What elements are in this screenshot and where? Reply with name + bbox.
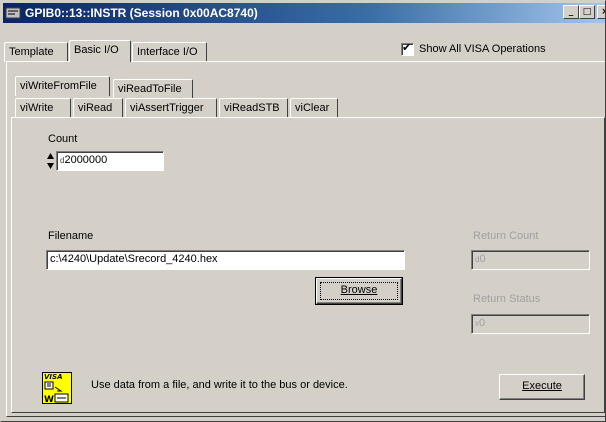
tab-viread-label: viRead	[78, 102, 113, 114]
show-all-visa-checkbox[interactable]: ✔	[401, 41, 414, 56]
visa-help-icon-text: VISA	[44, 373, 63, 381]
return-count-output: d0	[471, 250, 590, 270]
execute-button-label: Execute	[522, 380, 562, 392]
filename-label: Filename	[48, 230, 94, 242]
tab-viwritefromfile-label: viWriteFromFile	[20, 80, 97, 92]
browse-focus-rect	[320, 282, 398, 300]
close-button[interactable]: ×	[597, 5, 605, 19]
help-description: Use data from a file, and write it to th…	[91, 379, 348, 391]
tab-basic-io-label: Basic I/O	[74, 44, 119, 56]
app-icon	[5, 7, 21, 19]
count-label: Count	[48, 133, 78, 145]
execute-button[interactable]: Execute	[499, 374, 585, 400]
browse-button[interactable]: Browse	[315, 277, 403, 305]
tab-template[interactable]: Template	[4, 42, 68, 62]
tab-interface-io[interactable]: Interface I/O	[132, 42, 207, 62]
svg-text:W: W	[44, 395, 54, 404]
maximize-button[interactable]: □	[579, 5, 595, 19]
tab-viread[interactable]: viRead	[73, 98, 123, 118]
check-icon: ✔	[402, 41, 412, 54]
tab-viwrite-label: viWrite	[20, 102, 54, 114]
tab-viwritefromfile[interactable]: viWriteFromFile	[15, 76, 110, 96]
tab-viasserttrigger-label: viAssertTrigger	[130, 102, 204, 114]
window-title: GPIB0::13::INSTR (Session 0x00AC8740)	[25, 6, 258, 20]
visa-help-icon: VISA W	[42, 372, 72, 404]
filename-value: c:\4240\Update\Srecord_4240.hex	[50, 253, 218, 265]
tab-viasserttrigger[interactable]: viAssertTrigger	[125, 98, 217, 118]
filename-input[interactable]: c:\4240\Update\Srecord_4240.hex	[46, 250, 405, 270]
return-count-label: Return Count	[473, 230, 539, 242]
return-status-label: Return Status	[473, 293, 541, 305]
tab-viclear-label: viClear	[295, 102, 330, 114]
tab-template-label: Template	[9, 46, 54, 58]
title-bar[interactable]: GPIB0::13::INSTR (Session 0x00AC8740) _ …	[3, 3, 605, 23]
return-status-value: 0	[479, 317, 486, 329]
minimize-button[interactable]: _	[563, 5, 579, 19]
write-file-icon: W	[44, 381, 69, 404]
tab-basic-io[interactable]: Basic I/O	[69, 40, 131, 62]
tab-vireadstb[interactable]: viReadSTB	[219, 98, 288, 118]
tab-vireadstb-label: viReadSTB	[224, 102, 280, 114]
show-all-visa-label[interactable]: Show All VISA Operations	[419, 43, 546, 55]
count-input[interactable]: d2000000	[56, 151, 164, 171]
tab-vireadtofile[interactable]: viReadToFile	[113, 79, 193, 99]
tab-interface-io-label: Interface I/O	[137, 46, 198, 58]
count-spinner-icon[interactable]	[46, 152, 55, 170]
return-count-value: 0	[479, 253, 486, 265]
return-status-output: x0	[471, 314, 590, 334]
visa-session-window: GPIB0::13::INSTR (Session 0x00AC8740) _ …	[0, 0, 606, 422]
count-value: 2000000	[64, 154, 108, 166]
tab-viclear[interactable]: viClear	[290, 98, 338, 118]
tab-vireadtofile-label: viReadToFile	[118, 83, 182, 95]
tab-viwrite[interactable]: viWrite	[15, 98, 71, 118]
